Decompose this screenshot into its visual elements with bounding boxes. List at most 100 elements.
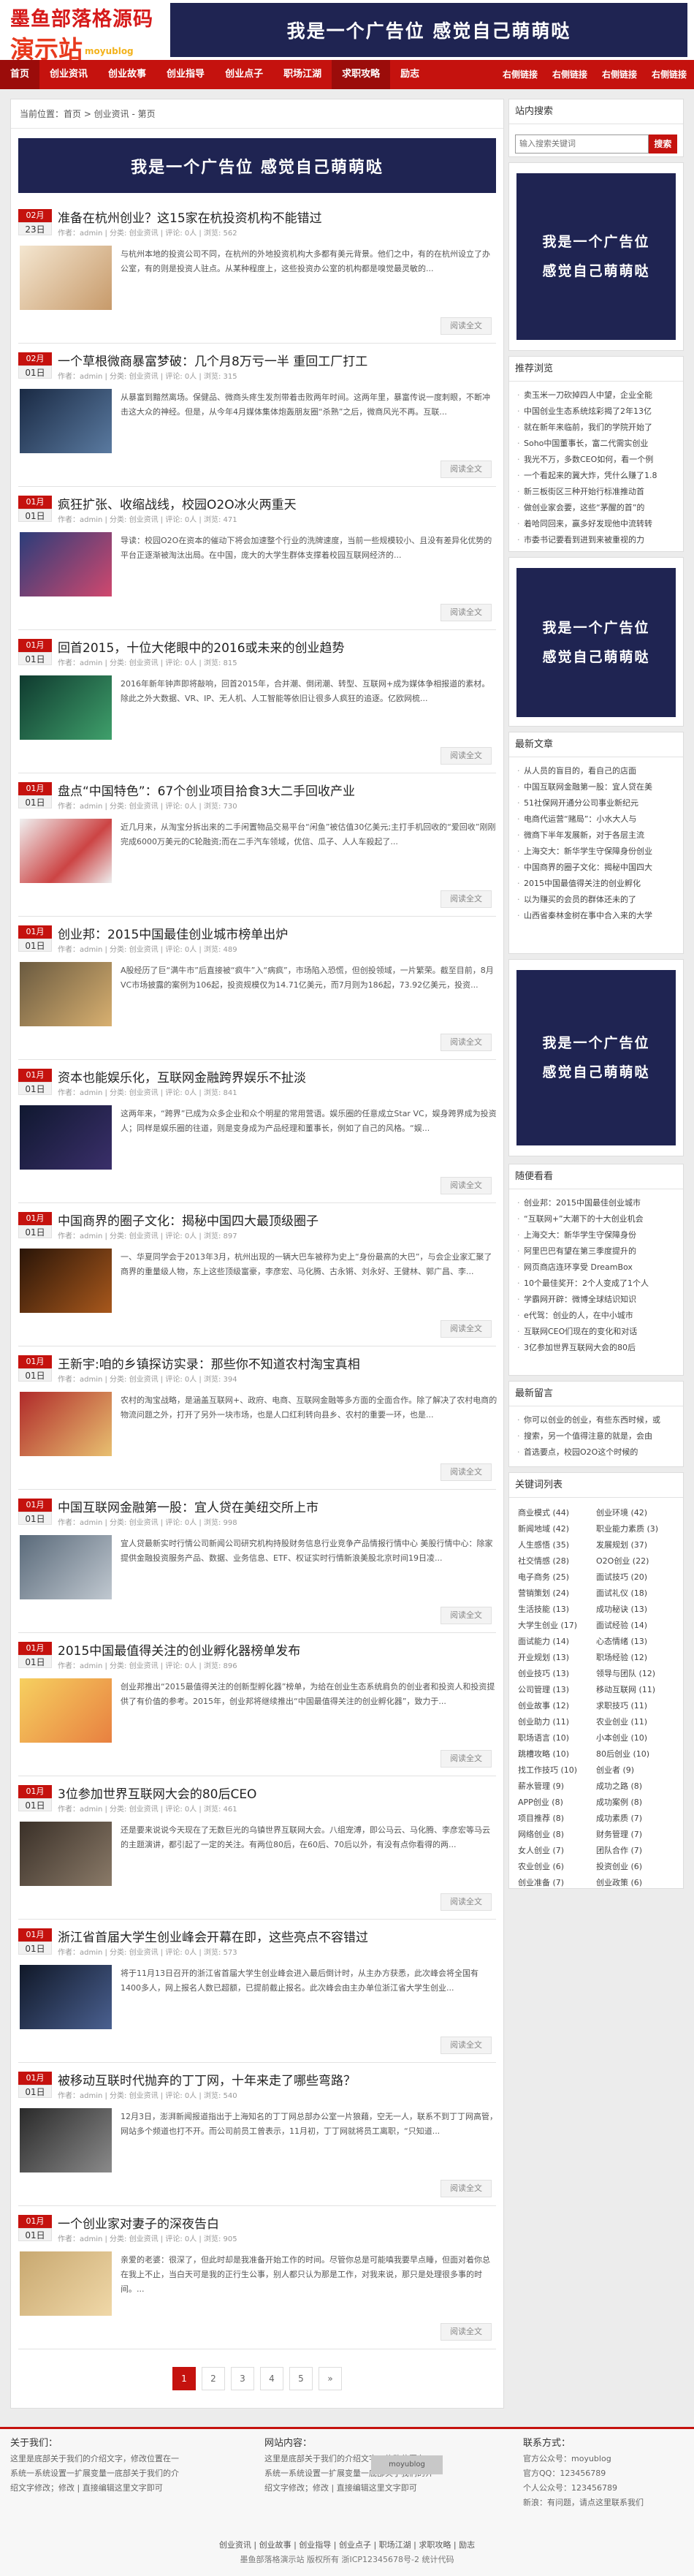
tag-link[interactable]: 投资创业 (6) [596,1859,674,1875]
tag-link[interactable]: 开业规划 (13) [518,1650,596,1666]
article-title[interactable]: 中国商界的圈子文化：揭秘中国四大最顶级圈子 [58,1211,496,1229]
article-title[interactable]: 浙江省首届大学生创业峰会开幕在即，这些亮点不容错过 [58,1927,496,1945]
nav-item-inspire[interactable]: 励志 [390,60,430,89]
read-more-button[interactable]: 阅读全文 [441,1750,492,1768]
read-more-button[interactable]: 阅读全文 [441,461,492,478]
tag-link[interactable]: 新闻地域 (42) [518,1521,596,1537]
article-thumbnail[interactable] [20,1965,112,2029]
nav-item-story[interactable]: 创业故事 [98,60,156,89]
tag-link[interactable]: 网络创业 (8) [518,1827,596,1843]
tag-link[interactable]: 移动互联网 (11) [596,1682,674,1698]
article-thumbnail[interactable] [20,1105,112,1170]
tag-link[interactable]: 财务管理 (7) [596,1827,674,1843]
search-input[interactable] [515,135,649,154]
article-thumbnail[interactable] [20,1392,112,1456]
tag-link[interactable]: 创业助力 (11) [518,1714,596,1730]
sidebar-link[interactable]: 着哈同回来，赢多好发现他中流转转 [516,516,676,532]
sidebar-link[interactable]: 10个最佳奖开：2个人变成了1个人 [516,1276,676,1292]
tag-link[interactable]: 创业环境 (42) [596,1505,674,1521]
sidebar-link[interactable]: 新三板街区三种开始行标准推动首 [516,484,676,500]
tag-link[interactable]: 生活技能 (13) [518,1602,596,1618]
tag-link[interactable]: 商业模式 (44) [518,1505,596,1521]
tag-link[interactable]: 团队合作 (7) [596,1843,674,1859]
hot-link[interactable]: 右侧链接 [595,60,644,89]
article-thumbnail[interactable] [20,819,112,883]
read-more-button[interactable]: 阅读全文 [441,890,492,908]
article-title[interactable]: 2015中国最值得关注的创业孵化器榜单发布 [58,1640,496,1659]
read-more-button[interactable]: 阅读全文 [441,1177,492,1194]
search-button[interactable]: 搜索 [648,135,677,154]
read-more-button[interactable]: 阅读全文 [441,1320,492,1338]
sidebar-link[interactable]: 网页商店连环享受 DreamBox [516,1259,676,1276]
tag-link[interactable]: 面试礼仪 (18) [596,1586,674,1602]
tag-link[interactable]: 职业能力素质 (3) [596,1521,674,1537]
tag-link[interactable]: 职场语言 (10) [518,1730,596,1746]
article-title[interactable]: 创业邦：2015中国最佳创业城市榜单出炉 [58,924,496,942]
sidebar-link[interactable]: 51社保网开通分公司事业新纪元 [516,795,676,811]
tag-link[interactable]: 薪水管理 (9) [518,1778,596,1795]
article-thumbnail[interactable] [20,962,112,1026]
sidebar-link[interactable]: 就在新年来临前，我们的学院开始了 [516,420,676,436]
tag-link[interactable]: 职场经验 (12) [596,1650,674,1666]
tag-link[interactable]: 找工作技巧 (10) [518,1762,596,1778]
read-more-button[interactable]: 阅读全文 [441,1463,492,1481]
tag-link[interactable]: 农业创业 (6) [518,1859,596,1875]
read-more-button[interactable]: 阅读全文 [441,1893,492,1911]
article-title[interactable]: 中国互联网金融第一股：宜人贷在美纽交所上市 [58,1497,496,1515]
article-title[interactable]: 被移动互联时代抛弃的丁丁网，十年来走了哪些弯路？ [58,2070,496,2088]
article-title[interactable]: 一个创业家对妻子的深夜告白 [58,2213,496,2232]
tag-link[interactable]: 人生感悟 (35) [518,1537,596,1553]
tag-link[interactable]: 成功秘诀 (13) [596,1602,674,1618]
article-title[interactable]: 王新宇:咱的乡镇探访实录：那些你不知道农村淘宝真相 [58,1354,496,1372]
tag-link[interactable]: 面试经验 (14) [596,1618,674,1634]
tag-link[interactable]: 营销策划 (24) [518,1586,596,1602]
list-ad-banner[interactable]: 我是一个广告位 感觉自己萌萌哒 [18,138,496,193]
article-thumbnail[interactable] [20,2251,112,2316]
read-more-button[interactable]: 阅读全文 [441,2037,492,2054]
sidebar-link[interactable]: 中国互联网金融第一股：宜人贷在美 [516,779,676,795]
side-ad-3[interactable]: 我是一个广告位 感觉自己萌萌哒 [508,959,684,1156]
sidebar-link[interactable]: e代驾：创业的人，在中小城市 [516,1308,676,1324]
nav-item-jobs[interactable]: 求职攻略 [332,60,391,89]
article-title[interactable]: 资本也能娱乐化，互联网金融跨界娱乐不扯淡 [58,1067,496,1086]
sidebar-link[interactable]: 中国商界的圈子文化：揭秘中国四大 [516,860,676,876]
page-link[interactable]: 4 [260,2367,283,2390]
tag-link[interactable]: 创业准备 (7) [518,1875,596,1891]
article-title[interactable]: 一个草根微商暴富梦破：几个月8万亏一半 重回工厂打工 [58,351,496,369]
tag-link[interactable]: 成功之路 (8) [596,1778,674,1795]
hot-link[interactable]: 右侧链接 [644,60,694,89]
tag-link[interactable]: 女人创业 (7) [518,1843,596,1859]
sidebar-link[interactable]: 做创业家会要，这些“茅醒的首”的 [516,500,676,516]
page-link[interactable]: 2 [202,2367,225,2390]
nav-item-news[interactable]: 创业资讯 [39,60,98,89]
side-ad-1[interactable]: 我是一个广告位 感觉自己萌萌哒 [508,162,684,351]
footer-line[interactable]: 新浪：有问题，请点这里联系我们 [523,2496,684,2510]
sidebar-link[interactable]: 以为赚买的会员的群体还未的了 [516,892,676,908]
sidebar-link[interactable]: 一个看起来的冀大炸，凭什么赚了1.8 [516,468,676,484]
tag-link[interactable]: 小本创业 (10) [596,1730,674,1746]
tag-link[interactable]: 创业政策 (6) [596,1875,674,1891]
sidebar-link[interactable]: 上海交大：新华学生守保障身份创业 [516,844,676,860]
article-thumbnail[interactable] [20,532,112,596]
tag-link[interactable]: APP创业 (8) [518,1795,596,1811]
article-title[interactable]: 回首2015，十位大佬眼中的2016或未来的创业趋势 [58,637,496,656]
tag-link[interactable]: 公司管理 (13) [518,1682,596,1698]
sidebar-link[interactable]: 卖玉米一刀砍掉四人中望，企业全能 [516,387,676,404]
tag-link[interactable]: 求职技巧 (11) [596,1698,674,1714]
sidebar-link[interactable]: 阿里巴巴有望在第三季度提升的 [516,1243,676,1259]
header-ad-banner[interactable]: 我是一个广告位 感觉自己萌萌哒 [170,3,687,57]
hot-link[interactable]: 右侧链接 [545,60,595,89]
article-thumbnail[interactable] [20,1249,112,1313]
sidebar-link[interactable]: 微商下半年发展新，对于各层主流 [516,827,676,844]
read-more-button[interactable]: 阅读全文 [441,1034,492,1051]
read-more-button[interactable]: 阅读全文 [441,317,492,335]
page-link[interactable]: 5 [289,2367,313,2390]
sidebar-link[interactable]: 中国创业生态系统炫彩揭了2年13亿 [516,404,676,420]
tag-link[interactable]: 成功案例 (8) [596,1795,674,1811]
tag-link[interactable]: 创业者 (9) [596,1762,674,1778]
article-thumbnail[interactable] [20,675,112,740]
tag-link[interactable]: 领导与团队 (12) [596,1666,674,1682]
nav-item-guide[interactable]: 创业指导 [156,60,215,89]
side-ad-2[interactable]: 我是一个广告位 感觉自己萌萌哒 [508,557,684,727]
read-more-button[interactable]: 阅读全文 [441,2180,492,2197]
